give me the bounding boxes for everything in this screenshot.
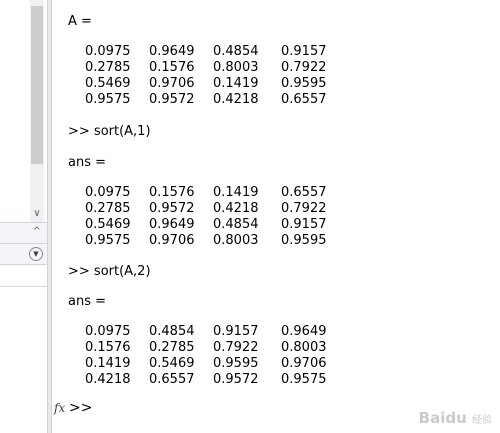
matrix-cell: 0.4218 xyxy=(213,92,259,107)
matrix-cell: 0.4218 xyxy=(213,201,259,216)
matrix-cell: 0.9572 xyxy=(213,372,259,387)
left-scrollbar-thumb[interactable] xyxy=(31,6,43,164)
output-header: ans = xyxy=(68,294,107,309)
matrix-cell: 0.9649 xyxy=(149,44,195,59)
matrix-cell: 0.9649 xyxy=(149,217,195,232)
matrix-cell: 0.2785 xyxy=(85,201,131,216)
command-prompt[interactable]: >> xyxy=(69,400,92,416)
function-browser-icon[interactable]: fx xyxy=(54,401,65,415)
matrix-cell: 0.1576 xyxy=(85,340,131,355)
matrix-cell: 0.4854 xyxy=(149,324,195,339)
matrix-cell: 0.9706 xyxy=(281,356,327,371)
matrix-cell: 0.5469 xyxy=(149,356,195,371)
dropdown-menu-icon[interactable]: ▼ xyxy=(29,247,43,261)
matrix-cell: 0.9575 xyxy=(85,233,131,248)
matrix-cell: 0.4218 xyxy=(85,372,131,387)
matrix-cell: 0.1576 xyxy=(149,185,195,200)
watermark-logo: Baidu 经验 xyxy=(419,409,492,427)
matrix-cell: 0.4854 xyxy=(213,44,259,59)
matrix-cell: 0.1419 xyxy=(85,356,131,371)
matrix-cell: 0.5469 xyxy=(85,76,131,91)
matrix-cell: 0.8003 xyxy=(213,60,259,75)
command-line: >> sort(A,2) xyxy=(68,264,151,279)
matrix-cell: 0.9706 xyxy=(149,233,195,248)
matrix-cell: 0.2785 xyxy=(85,60,131,75)
divider xyxy=(0,286,47,287)
matrix-cell: 0.9572 xyxy=(149,92,195,107)
left-scrollbar[interactable]: ∨ xyxy=(30,0,44,222)
matrix-cell: 0.9649 xyxy=(281,324,327,339)
matrix-cell: 0.9575 xyxy=(281,372,327,387)
matrix-cell: 0.7922 xyxy=(281,201,327,216)
matrix-cell: 0.9595 xyxy=(281,76,327,91)
left-panel: ∨ ^ ▼ xyxy=(0,0,47,433)
matrix-cell: 0.1576 xyxy=(149,60,195,75)
watermark-brand: Baidu xyxy=(418,409,467,427)
matrix-cell: 0.9706 xyxy=(149,76,195,91)
details-bar[interactable]: ▼ xyxy=(0,244,47,265)
matrix-cell: 0.6557 xyxy=(149,372,195,387)
command-window[interactable]: A = 0.0975 0.9649 0.4854 0.9157 0.2785 0… xyxy=(52,0,500,433)
matrix-cell: 0.6557 xyxy=(281,185,327,200)
matrix-cell: 0.0975 xyxy=(85,44,131,59)
matrix-cell: 0.9157 xyxy=(213,324,259,339)
matrix-cell: 0.7922 xyxy=(281,60,327,75)
scroll-down-icon[interactable]: ∨ xyxy=(31,208,43,220)
matrix-cell: 0.6557 xyxy=(281,92,327,107)
matrix-cell: 0.9595 xyxy=(213,356,259,371)
matrix-cell: 0.9595 xyxy=(281,233,327,248)
matrix-cell: 0.1419 xyxy=(213,185,259,200)
matrix-cell: 0.4854 xyxy=(213,217,259,232)
matrix-cell: 0.9157 xyxy=(281,44,327,59)
watermark-sub: 经验 xyxy=(472,415,492,426)
matrix-cell: 0.0975 xyxy=(85,324,131,339)
matrix-cell: 0.7922 xyxy=(213,340,259,355)
matrix-cell: 0.9575 xyxy=(85,92,131,107)
command-line: >> sort(A,1) xyxy=(68,124,151,139)
matrix-cell: 0.2785 xyxy=(149,340,195,355)
matrix-cell: 0.0975 xyxy=(85,185,131,200)
output-header: A = xyxy=(68,14,92,29)
collapse-bar[interactable]: ^ xyxy=(0,222,47,244)
output-header: ans = xyxy=(68,155,107,170)
matrix-cell: 0.9157 xyxy=(281,217,327,232)
matrix-cell: 0.8003 xyxy=(213,233,259,248)
matrix-cell: 0.5469 xyxy=(85,217,131,232)
matrix-cell: 0.8003 xyxy=(281,340,327,355)
matrix-cell: 0.1419 xyxy=(213,76,259,91)
chevron-up-icon[interactable]: ^ xyxy=(33,226,41,237)
matrix-cell: 0.9572 xyxy=(149,201,195,216)
